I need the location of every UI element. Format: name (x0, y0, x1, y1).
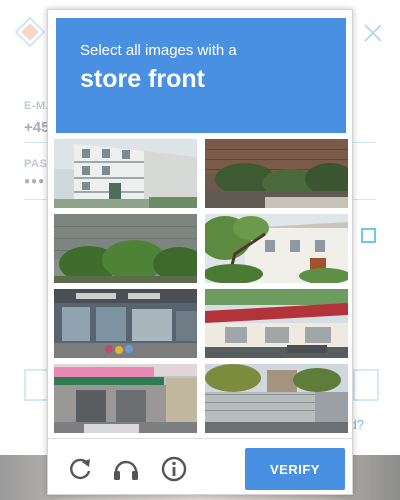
tile-image-pink-sign-shop (54, 364, 197, 433)
tile-image-white-building (54, 139, 197, 208)
image-tile-3[interactable] (54, 214, 197, 283)
captcha-header: Select all images with a store front (56, 18, 346, 133)
image-tile-5[interactable] (54, 289, 197, 358)
image-tile-6[interactable] (205, 289, 348, 358)
captcha-target: store front (80, 65, 205, 93)
tile-image-trees-wall (54, 214, 197, 283)
info-icon[interactable] (159, 454, 189, 484)
captcha-challenge: Select all images with a store front VER… (47, 9, 353, 495)
tile-image-brick-wall (205, 139, 348, 208)
image-tile-2[interactable] (205, 139, 348, 208)
image-grid (54, 139, 348, 433)
audio-icon[interactable] (111, 454, 141, 484)
image-tile-4[interactable] (205, 214, 348, 283)
verify-button[interactable]: VERIFY (245, 448, 345, 490)
tile-image-street-fence (205, 364, 348, 433)
reload-icon[interactable] (65, 454, 95, 484)
footer-divider (48, 438, 352, 439)
captcha-prompt: Select all images with a (80, 42, 237, 59)
tile-image-red-awning (205, 289, 348, 358)
image-tile-7[interactable] (54, 364, 197, 433)
image-tile-8[interactable] (205, 364, 348, 433)
tile-image-tree-house (205, 214, 348, 283)
image-tile-1[interactable] (54, 139, 197, 208)
tile-image-store-front (54, 289, 197, 358)
